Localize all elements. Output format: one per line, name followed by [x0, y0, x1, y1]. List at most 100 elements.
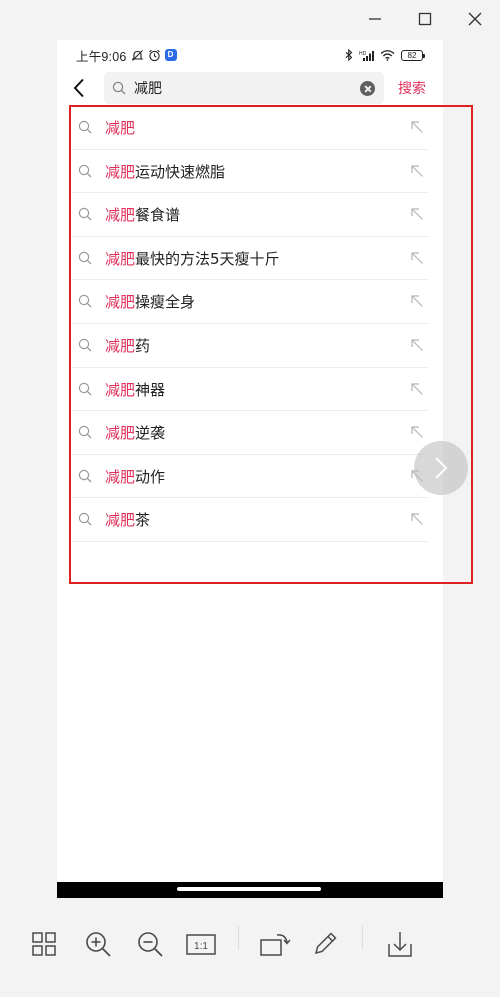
bluetooth-icon	[345, 49, 353, 61]
pencil-icon	[314, 932, 337, 955]
window-controls	[350, 0, 500, 38]
suggestion-item[interactable]: 减肥操瘦全身	[70, 280, 428, 324]
suggestion-rest: 神器	[135, 380, 166, 399]
download-button[interactable]	[385, 929, 415, 959]
fill-query-arrow-icon[interactable]	[410, 164, 424, 178]
fill-query-arrow-icon[interactable]	[410, 251, 424, 265]
suggestion-rest: 餐食谱	[135, 206, 181, 225]
suggestion-highlight: 减肥	[105, 380, 136, 399]
suggestion-text: 减肥餐食谱	[105, 204, 180, 225]
search-icon	[78, 425, 92, 439]
status-left: 上午9:06 D	[76, 46, 177, 65]
fill-query-arrow-icon[interactable]	[410, 382, 424, 396]
suggestion-text: 减肥逆袭	[105, 422, 165, 443]
suggestion-highlight: 减肥	[105, 162, 136, 181]
rotate-button[interactable]	[258, 929, 292, 959]
zoom-out-button[interactable]	[135, 929, 165, 959]
suggestion-item[interactable]: 减肥茶	[70, 498, 428, 542]
toolbar-divider	[238, 926, 239, 950]
home-indicator[interactable]	[177, 887, 321, 891]
suggestion-text: 减肥运动快速燃脂	[105, 161, 225, 182]
zoom-in-icon	[86, 932, 111, 957]
suggestion-rest: 茶	[135, 511, 151, 530]
suggestion-item[interactable]: 减肥最快的方法5天瘦十斤	[70, 237, 428, 281]
suggestion-text: 减肥	[105, 117, 135, 138]
suggestion-highlight: 减肥	[105, 336, 136, 355]
suggestion-text: 减肥动作	[105, 466, 165, 487]
rotate-icon	[260, 934, 291, 956]
minimize-icon	[369, 18, 381, 20]
search-button[interactable]: 搜索	[398, 78, 426, 98]
search-icon	[78, 382, 92, 396]
fill-query-arrow-icon[interactable]	[410, 338, 424, 352]
back-arrow-icon	[73, 78, 84, 98]
status-time: 上午9:06	[76, 49, 127, 64]
edit-button[interactable]	[310, 929, 340, 959]
suggestion-text: 减肥茶	[105, 509, 150, 530]
clear-icon[interactable]	[360, 81, 375, 96]
suggestion-item[interactable]: 减肥药	[70, 324, 428, 368]
search-icon	[78, 120, 92, 134]
search-query-text: 减肥	[134, 81, 162, 97]
thumbnails-button[interactable]	[29, 929, 59, 959]
actual-size-button[interactable]: 1:1	[185, 929, 217, 959]
battery-icon: 82	[401, 49, 425, 61]
maximize-icon	[418, 12, 432, 26]
actual-size-label: 1:1	[194, 941, 208, 952]
suggestion-item[interactable]: 减肥逆袭	[70, 411, 428, 455]
status-right: HD 82	[345, 49, 425, 61]
toolbar-divider	[362, 926, 363, 950]
suggestion-rest: 逆袭	[135, 424, 166, 443]
suggestion-highlight: 减肥	[105, 249, 136, 268]
svg-text:HD: HD	[359, 51, 367, 57]
close-icon	[468, 12, 482, 26]
app-badge-icon: D	[164, 49, 177, 61]
actual-size-icon: 1:1	[186, 934, 216, 955]
next-page-button[interactable]	[414, 441, 468, 495]
suggestion-highlight: 减肥	[105, 206, 136, 225]
suggestion-highlight: 减肥	[105, 467, 136, 486]
fill-query-arrow-icon[interactable]	[410, 294, 424, 308]
search-icon	[78, 207, 92, 221]
signal-icon: HD	[359, 50, 374, 61]
alarm-icon	[148, 49, 160, 61]
fill-query-arrow-icon[interactable]	[410, 120, 424, 134]
chevron-right-icon	[435, 457, 448, 479]
search-icon	[78, 251, 92, 265]
suggestion-rest: 操瘦全身	[135, 293, 196, 312]
suggestion-list: 减肥 减肥运动快速燃脂 减肥餐食谱 减肥最快的方法5天瘦十斤 减肥操瘦全身 减肥药 减肥神器…	[70, 106, 428, 542]
maximize-button[interactable]	[400, 0, 450, 38]
search-icon	[78, 164, 92, 178]
suggestion-highlight: 减肥	[105, 424, 136, 443]
suggestion-highlight: 减肥	[105, 511, 136, 530]
search-input[interactable]: 减肥	[104, 72, 384, 104]
search-icon	[112, 81, 126, 95]
fill-query-arrow-icon[interactable]	[410, 207, 424, 221]
search-icon	[78, 513, 92, 526]
zoom-in-button[interactable]	[83, 929, 113, 959]
grid-icon	[32, 932, 56, 956]
suggestion-item[interactable]: 减肥神器	[70, 368, 428, 412]
suggestion-item[interactable]: 减肥餐食谱	[70, 193, 428, 237]
minimize-button[interactable]	[350, 0, 400, 38]
fill-query-arrow-icon[interactable]	[410, 512, 424, 526]
suggestion-item[interactable]: 减肥动作	[70, 455, 428, 499]
search-icon	[78, 469, 92, 483]
mute-icon	[131, 49, 143, 61]
suggestion-text: 减肥操瘦全身	[105, 291, 195, 312]
suggestion-text: 减肥最快的方法5天瘦十斤	[105, 248, 280, 269]
search-icon	[78, 295, 92, 308]
back-button[interactable]	[57, 70, 101, 106]
viewer-toolbar: 1:1	[0, 920, 500, 966]
status-bar: 上午9:06 D HD 82	[57, 40, 443, 70]
suggestion-text: 减肥药	[105, 335, 150, 356]
close-button[interactable]	[450, 0, 500, 38]
suggestion-item[interactable]: 减肥运动快速燃脂	[70, 150, 428, 194]
suggestion-item[interactable]: 减肥	[70, 106, 428, 150]
suggestion-rest: 药	[135, 336, 151, 355]
fill-query-arrow-icon[interactable]	[410, 425, 424, 439]
suggestion-text: 减肥神器	[105, 379, 165, 400]
search-icon	[78, 338, 92, 352]
wifi-icon	[380, 50, 395, 61]
gesture-nav-bar	[57, 882, 443, 898]
